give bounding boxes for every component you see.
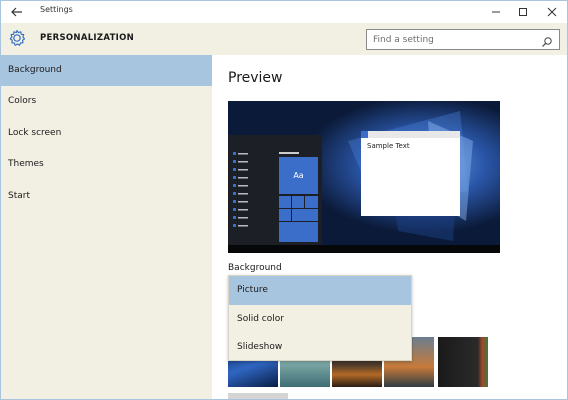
minimize-icon[interactable]	[485, 3, 507, 21]
start-menu-preview: Aa	[228, 135, 322, 245]
start-tile	[305, 196, 318, 208]
dropdown-option-slideshow[interactable]: Slideshow	[229, 333, 411, 362]
start-tile	[279, 196, 291, 208]
background-type-dropdown[interactable]: Picture Solid color Slideshow	[228, 275, 412, 361]
start-tile	[292, 209, 318, 221]
dropdown-option-solid-color[interactable]: Solid color	[229, 305, 411, 334]
close-icon[interactable]	[541, 3, 563, 21]
sidebar-item-label: Lock screen	[8, 128, 62, 138]
settings-window: Settings PERSONALIZATION Background	[0, 0, 568, 400]
back-arrow-icon[interactable]	[9, 4, 25, 20]
sample-window-titlebar	[361, 131, 460, 138]
sidebar-item-background[interactable]: Background	[1, 55, 212, 86]
preview-heading: Preview	[228, 70, 283, 86]
sidebar-item-label: Start	[8, 191, 30, 201]
sidebar-item-lock-screen[interactable]: Lock screen	[1, 118, 212, 149]
taskbar-preview	[228, 245, 500, 253]
sidebar: Background Colors Lock screen Themes Sta…	[1, 55, 212, 399]
sidebar-item-start[interactable]: Start	[1, 181, 212, 212]
preview-image: Aa Sample Text	[228, 101, 500, 253]
start-tile	[292, 196, 304, 208]
background-label: Background	[228, 263, 282, 273]
start-tile	[279, 209, 291, 221]
window-title: Settings	[40, 5, 73, 14]
search-box[interactable]	[366, 29, 560, 50]
sample-window-accent	[361, 131, 368, 138]
sidebar-item-themes[interactable]: Themes	[1, 149, 212, 180]
browse-button[interactable]	[228, 393, 288, 399]
sidebar-item-label: Themes	[8, 159, 44, 169]
start-tile: Aa	[279, 157, 318, 194]
dropdown-option-label: Slideshow	[237, 342, 283, 352]
search-input[interactable]	[373, 33, 533, 47]
title-bar: Settings	[1, 1, 567, 23]
sidebar-item-label: Colors	[8, 96, 37, 106]
start-tile	[279, 222, 318, 242]
gear-icon	[7, 28, 27, 48]
sidebar-item-colors[interactable]: Colors	[1, 86, 212, 117]
dropdown-option-label: Picture	[237, 285, 268, 295]
dropdown-option-label: Solid color	[237, 314, 284, 324]
page-title: PERSONALIZATION	[40, 33, 135, 43]
page-header: PERSONALIZATION	[1, 23, 567, 55]
thumbnail[interactable]	[438, 337, 488, 387]
maximize-icon[interactable]	[512, 3, 534, 21]
sidebar-item-label: Background	[8, 65, 62, 75]
search-icon[interactable]	[541, 33, 553, 47]
sample-window: Sample Text	[361, 131, 460, 216]
sample-text: Sample Text	[367, 142, 410, 150]
dropdown-option-picture[interactable]: Picture	[229, 276, 411, 305]
